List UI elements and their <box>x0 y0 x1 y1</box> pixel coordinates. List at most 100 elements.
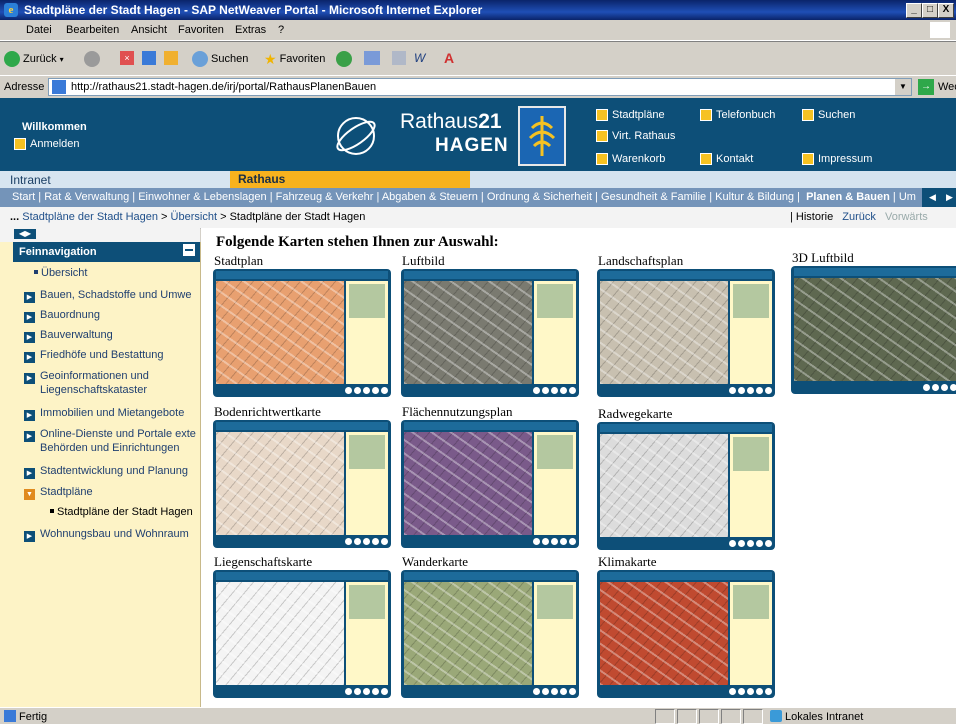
content-heading: Folgende Karten stehen Ihnen zur Auswahl… <box>216 234 499 250</box>
mail-icon[interactable] <box>392 51 406 65</box>
sidebar-header: Feinnavigation <box>13 242 200 262</box>
sidebar-item-online-dienste[interactable]: ▶ Online-Dienste und Portale exte Behörden… <box>24 428 196 454</box>
nav-fahrzeug[interactable]: Fahrzeug & Verkehr <box>276 191 374 203</box>
main-nav: Start | Rat & Verwaltung | Einwohner & L… <box>0 188 956 207</box>
nav-einwohner[interactable]: Einwohner & Lebenslagen <box>138 191 266 203</box>
back-arrow-icon <box>4 51 20 67</box>
map-thumbnail[interactable] <box>213 269 391 397</box>
address-bar: Adresse http://rathaus21.stadt-hagen.de/… <box>0 75 956 99</box>
nav-rat-verwaltung[interactable]: Rat & Verwaltung <box>44 191 129 203</box>
map-label[interactable]: Klimakarte <box>598 554 656 570</box>
crumb-forward-link[interactable]: Vorwärts <box>885 211 928 223</box>
header-link-telefonbuch[interactable]: Telefonbuch <box>700 109 775 122</box>
map-label[interactable]: 3D Luftbild <box>792 250 854 266</box>
brand-city: HAGEN <box>435 135 509 156</box>
tab-intranet[interactable]: Intranet <box>0 171 230 188</box>
nav-gesundheit[interactable]: Gesundheit & Familie <box>601 191 706 203</box>
map-thumbnail[interactable] <box>213 420 391 548</box>
sidebar-item-stadtplaene[interactable]: ▼ Stadtpläne <box>24 486 93 500</box>
tab-rathaus[interactable]: Rathaus <box>230 171 470 188</box>
sidebar-item-geoinformationen[interactable]: ▶ Geoinformationen und Liegenschaftskatast… <box>24 370 149 396</box>
crumb-back-link[interactable]: Zurück <box>842 211 876 223</box>
map-label[interactable]: Radwegekarte <box>598 406 672 422</box>
nav-start[interactable]: Start <box>12 191 35 203</box>
map-thumbnail[interactable] <box>401 570 579 698</box>
menu-bar: Datei Bearbeiten Ansicht Favoriten Extra… <box>0 20 956 41</box>
sidebar-item-bauen[interactable]: ▶ Bauen, Schadstoffe und Umwe <box>24 289 191 303</box>
map-thumbnail[interactable] <box>213 570 391 698</box>
map-thumbnail[interactable] <box>597 269 775 397</box>
go-button[interactable]: → Wechseln zu <box>918 79 956 95</box>
sidebar-item-stadtentwicklung[interactable]: ▶ Stadtentwicklung und Planung <box>24 465 188 479</box>
map-thumbnail[interactable] <box>401 269 579 397</box>
sidebar-item-bauverwaltung[interactable]: ▶ Bauverwaltung <box>24 329 113 343</box>
close-button[interactable]: X <box>938 3 954 18</box>
menu-datei[interactable]: Datei <box>26 24 52 36</box>
menu-ansicht[interactable]: Ansicht <box>131 24 167 36</box>
header-link-suchen[interactable]: Suchen <box>802 109 855 122</box>
sidebar-item-stadtplaene-hagen[interactable]: Stadtpläne der Stadt Hagen <box>50 506 193 518</box>
minimize-icon[interactable] <box>183 244 195 256</box>
home-icon[interactable] <box>164 51 178 65</box>
map-label[interactable]: Luftbild <box>402 253 445 269</box>
map-label[interactable]: Wanderkarte <box>402 554 468 570</box>
sidebar-item-wohnungsbau[interactable]: ▶ Wohnungsbau und Wohnraum <box>24 528 189 542</box>
favorites-button[interactable]: ★ Favoriten <box>264 51 325 67</box>
sidebar-item-uebersicht[interactable]: Übersicht <box>34 267 87 279</box>
sidebar-collapse-button[interactable]: ◀▶ <box>14 229 36 239</box>
history-link[interactable]: Historie <box>796 211 833 223</box>
status-text: Fertig <box>4 710 47 723</box>
refresh-icon[interactable] <box>142 51 156 65</box>
back-button[interactable]: Zurück ▾ <box>4 51 64 67</box>
history-icon[interactable] <box>364 51 380 65</box>
maximize-button[interactable]: □ <box>922 3 938 18</box>
header-link-stadtplaene[interactable]: Stadtpläne <box>596 109 665 122</box>
nav-cut[interactable]: Um <box>899 191 916 203</box>
sidebar-item-immobilien[interactable]: ▶ Immobilien und Mietangebote <box>24 407 184 421</box>
menu-help[interactable]: ? <box>278 24 284 36</box>
nav-abgaben[interactable]: Abgaben & Steuern <box>382 191 478 203</box>
nav-left-icon[interactable]: ◀ <box>929 192 936 203</box>
map-label[interactable]: Flächennutzungsplan <box>402 404 512 420</box>
windows-logo-icon <box>930 22 950 38</box>
map-label[interactable]: Stadtplan <box>214 253 263 269</box>
word-icon[interactable]: W <box>414 51 425 65</box>
map-thumbnail[interactable] <box>597 570 775 698</box>
city-crest-icon <box>518 106 566 166</box>
menu-extras[interactable]: Extras <box>235 24 266 36</box>
header-link-virt-rathaus[interactable]: Virt. Rathaus <box>596 130 675 143</box>
nav-ordnung[interactable]: Ordnung & Sicherheit <box>487 191 592 203</box>
map-label[interactable]: Bodenrichtwertkarte <box>214 404 321 420</box>
search-button[interactable]: Suchen <box>192 51 248 67</box>
messenger-icon[interactable]: A <box>444 50 454 66</box>
header-link-kontakt[interactable]: Kontakt <box>700 153 753 166</box>
menu-bearbeiten[interactable]: Bearbeiten <box>66 24 119 36</box>
menu-favoriten[interactable]: Favoriten <box>178 24 224 36</box>
address-input[interactable]: http://rathaus21.stadt-hagen.de/irj/port… <box>48 78 912 96</box>
nav-right-icon[interactable]: ▶ <box>946 192 953 203</box>
minimize-button[interactable]: _ <box>906 3 922 18</box>
crumb-stadtplaene[interactable]: Stadtpläne der Stadt Hagen <box>22 211 158 223</box>
map-label[interactable]: Landschaftsplan <box>598 253 683 269</box>
login-link[interactable]: Anmelden <box>14 138 80 151</box>
window-title: Stadtpläne der Stadt Hagen - SAP NetWeav… <box>24 3 483 17</box>
sidebar-item-bauordnung[interactable]: ▶ Bauordnung <box>24 309 100 323</box>
nav-kultur[interactable]: Kultur & Bildung <box>715 191 794 203</box>
header-link-warenkorb[interactable]: Warenkorb <box>596 153 665 166</box>
forward-button[interactable] <box>84 51 100 67</box>
content-area: Folgende Karten stehen Ihnen zur Auswahl… <box>201 228 956 707</box>
map-thumbnail[interactable] <box>791 266 956 394</box>
welcome-text: Willkommen <box>22 121 87 133</box>
stop-icon[interactable]: × <box>120 51 134 65</box>
sidebar-item-friedhoefe[interactable]: ▶ Friedhöfe und Bestattung <box>24 349 164 363</box>
media-icon[interactable] <box>336 51 352 67</box>
map-thumbnail[interactable] <box>401 420 579 548</box>
header-link-impressum[interactable]: Impressum <box>802 153 872 166</box>
address-url: http://rathaus21.stadt-hagen.de/irj/port… <box>71 81 377 93</box>
address-label: Adresse <box>4 81 45 93</box>
crumb-uebersicht[interactable]: Übersicht <box>171 211 217 223</box>
map-label[interactable]: Liegenschaftskarte <box>214 554 312 570</box>
nav-planen-bauen[interactable]: Planen & Bauen <box>806 191 890 203</box>
map-thumbnail[interactable] <box>597 422 775 550</box>
address-dropdown-icon[interactable]: ▼ <box>895 79 911 95</box>
